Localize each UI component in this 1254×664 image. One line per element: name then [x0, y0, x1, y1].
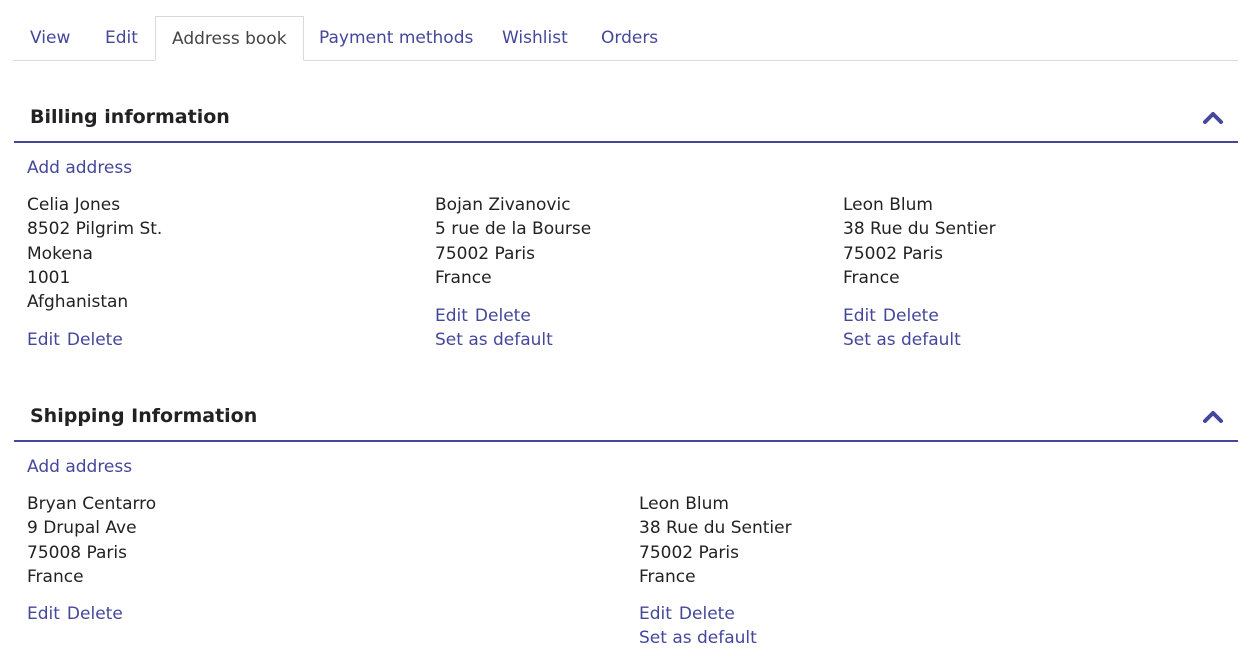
address-country: France — [435, 267, 492, 288]
tab-wishlist[interactable]: Wishlist — [502, 16, 568, 60]
address-postal-code: 1001 — [27, 267, 71, 288]
address-street: 8502 Pilgrim St. — [27, 219, 163, 240]
edit-address-link[interactable]: Edit — [27, 330, 60, 350]
tab-address-book[interactable]: Address book — [155, 16, 304, 61]
address-name: Celia Jones — [27, 195, 121, 215]
tab-orders[interactable]: Orders — [601, 16, 658, 60]
address-city: 75008 Paris — [27, 542, 127, 563]
shipping-section-title: Shipping Information — [30, 405, 258, 427]
shipping-add-address-link[interactable]: Add address — [27, 457, 132, 477]
set-as-default-link[interactable]: Set as default — [843, 330, 961, 350]
edit-address-link[interactable]: Edit — [435, 306, 468, 326]
address-name: Bryan Centarro — [27, 494, 157, 514]
address-country: France — [639, 566, 696, 587]
set-as-default-link[interactable]: Set as default — [639, 628, 757, 648]
chevron-up-icon[interactable] — [1202, 407, 1224, 425]
shipping-address-card: Bryan Centarro 9 Drupal Ave 75008 Paris … — [27, 492, 156, 589]
billing-section-title: Billing information — [30, 106, 230, 128]
shipping-address-card: Leon Blum 38 Rue du Sentier 75002 Paris … — [639, 492, 792, 589]
delete-address-link[interactable]: Delete — [679, 604, 735, 624]
edit-address-link[interactable]: Edit — [27, 604, 60, 624]
billing-address-actions: Edit Delete — [843, 304, 939, 328]
billing-address-actions: Edit Delete — [435, 304, 531, 328]
address-name: Leon Blum — [843, 195, 933, 215]
billing-section-header[interactable]: Billing information — [14, 93, 1238, 143]
tab-payment-methods[interactable]: Payment methods — [319, 16, 473, 60]
edit-address-link[interactable]: Edit — [843, 306, 876, 326]
billing-address-actions: Edit Delete — [27, 328, 123, 352]
address-city: 75002 Paris — [639, 542, 739, 563]
address-street: 9 Drupal Ave — [27, 518, 137, 539]
address-country: France — [843, 267, 900, 288]
shipping-address-actions: Edit Delete — [27, 602, 123, 626]
tab-view[interactable]: View — [30, 16, 70, 60]
set-default-link-wrap: Set as default — [435, 328, 553, 352]
delete-address-link[interactable]: Delete — [67, 604, 123, 624]
shipping-address-actions: Edit Delete — [639, 602, 735, 626]
address-name: Bojan Zivanovic — [435, 195, 571, 215]
address-city: 75002 Paris — [435, 243, 535, 264]
address-street: 38 Rue du Sentier — [639, 518, 792, 539]
billing-address-card: Leon Blum 38 Rue du Sentier 75002 Paris … — [843, 193, 996, 290]
billing-add-address-link[interactable]: Add address — [27, 158, 132, 178]
address-name: Leon Blum — [639, 494, 729, 514]
shipping-section-header[interactable]: Shipping Information — [14, 392, 1238, 442]
delete-address-link[interactable]: Delete — [67, 330, 123, 350]
set-default-link-wrap: Set as default — [639, 626, 757, 650]
billing-address-card: Celia Jones 8502 Pilgrim St. Mokena 1001… — [27, 193, 162, 314]
chevron-up-icon[interactable] — [1202, 108, 1224, 126]
address-street: 38 Rue du Sentier — [843, 219, 996, 240]
address-street: 5 rue de la Bourse — [435, 219, 592, 240]
address-city: Mokena — [27, 243, 93, 264]
billing-address-card: Bojan Zivanovic 5 rue de la Bourse 75002… — [435, 193, 591, 290]
tab-edit[interactable]: Edit — [105, 16, 138, 60]
delete-address-link[interactable]: Delete — [475, 306, 531, 326]
address-country: Afghanistan — [27, 292, 129, 313]
delete-address-link[interactable]: Delete — [883, 306, 939, 326]
set-default-link-wrap: Set as default — [843, 328, 961, 352]
address-city: 75002 Paris — [843, 243, 943, 264]
edit-address-link[interactable]: Edit — [639, 604, 672, 624]
address-country: France — [27, 566, 84, 587]
set-as-default-link[interactable]: Set as default — [435, 330, 553, 350]
account-tabs: View Edit Address book Payment methods W… — [13, 16, 1238, 61]
